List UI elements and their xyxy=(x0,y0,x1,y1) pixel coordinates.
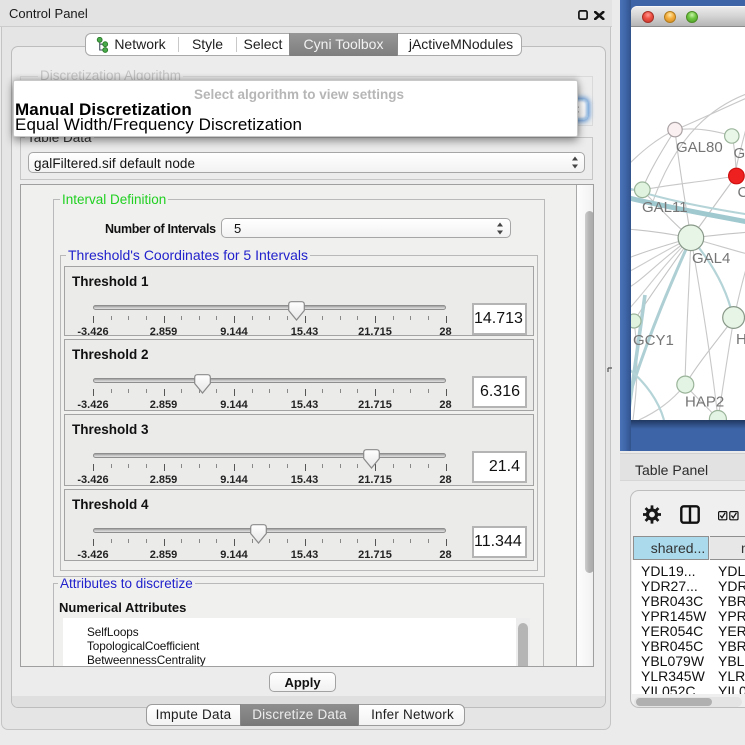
svg-text:GA: GA xyxy=(734,145,745,162)
svg-text:GAL11: GAL11 xyxy=(642,199,688,216)
svg-text:GAL4: GAL4 xyxy=(692,250,730,267)
svg-text:C: C xyxy=(738,184,745,201)
svg-text:H: H xyxy=(736,331,745,348)
svg-text:GAL80: GAL80 xyxy=(676,139,723,156)
svg-text:HAP2: HAP2 xyxy=(685,394,724,411)
svg-text:GCY1: GCY1 xyxy=(633,332,674,349)
